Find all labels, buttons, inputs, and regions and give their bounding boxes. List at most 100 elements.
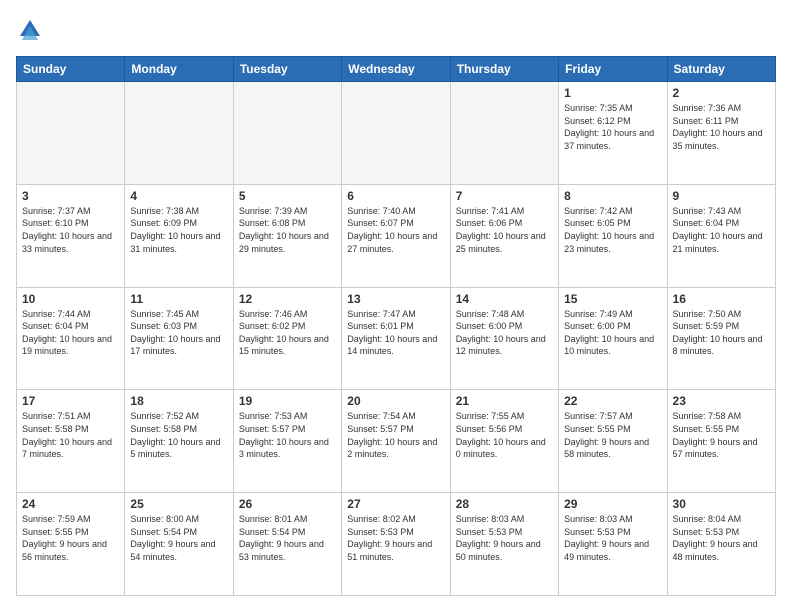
calendar-cell: 20 Sunrise: 7:54 AMSunset: 5:57 PMDayligh… — [342, 390, 450, 493]
calendar-cell: 16Sunrise: 7:50 AMSunset: 5:59 PMDayligh… — [667, 287, 775, 390]
calendar-week-2: 3Sunrise: 7:37 AMSunset: 6:10 PMDaylight… — [17, 184, 776, 287]
calendar-cell: 4Sunrise: 7:38 AMSunset: 6:09 PMDaylight… — [125, 184, 233, 287]
calendar-cell: 30 Sunrise: 8:04 AMSunset: 5:53 PMDayligh… — [667, 493, 775, 596]
column-header-friday: Friday — [559, 57, 667, 82]
day-number: 28 — [456, 497, 553, 511]
calendar-cell: 2 Sunrise: 7:36 AMSunset: 6:11 PMDaylight… — [667, 82, 775, 185]
day-info: Sunrise: 7:39 AMSunset: 6:08 PMDaylight:… — [239, 205, 336, 255]
calendar-cell — [450, 82, 558, 185]
day-number: 20 — [347, 394, 444, 408]
day-info: Sunrise: 7:45 AMSunset: 6:03 PMDaylight:… — [130, 308, 227, 358]
calendar-cell: 10Sunrise: 7:44 AMSunset: 6:04 PMDayligh… — [17, 287, 125, 390]
column-header-thursday: Thursday — [450, 57, 558, 82]
calendar-week-4: 17 Sunrise: 7:51 AMSunset: 5:58 PMDayligh… — [17, 390, 776, 493]
calendar-cell: 6 Sunrise: 7:40 AMSunset: 6:07 PMDaylight… — [342, 184, 450, 287]
day-number: 30 — [673, 497, 770, 511]
day-info: Sunrise: 7:46 AMSunset: 6:02 PMDaylight:… — [239, 308, 336, 358]
calendar-body: 1 Sunrise: 7:35 AMSunset: 6:12 PMDaylight… — [17, 82, 776, 596]
calendar-cell — [17, 82, 125, 185]
calendar-cell: 28 Sunrise: 8:03 AMSunset: 5:53 PMDayligh… — [450, 493, 558, 596]
day-info: Sunrise: 8:04 AMSunset: 5:53 PMDaylight:… — [673, 513, 770, 563]
day-info: Sunrise: 7:48 AMSunset: 6:00 PMDaylight:… — [456, 308, 553, 358]
column-header-sunday: Sunday — [17, 57, 125, 82]
calendar-cell: 27Sunrise: 8:02 AMSunset: 5:53 PMDayligh… — [342, 493, 450, 596]
day-number: 24 — [22, 497, 119, 511]
calendar-cell: 25 Sunrise: 8:00 AMSunset: 5:54 PMDayligh… — [125, 493, 233, 596]
day-number: 16 — [673, 292, 770, 306]
day-number: 15 — [564, 292, 661, 306]
calendar-cell: 15 Sunrise: 7:49 AMSunset: 6:00 PMDayligh… — [559, 287, 667, 390]
day-number: 1 — [564, 86, 661, 100]
calendar-cell: 3Sunrise: 7:37 AMSunset: 6:10 PMDaylight… — [17, 184, 125, 287]
day-info: Sunrise: 7:36 AMSunset: 6:11 PMDaylight:… — [673, 102, 770, 152]
calendar-cell: 7 Sunrise: 7:41 AMSunset: 6:06 PMDaylight… — [450, 184, 558, 287]
day-info: Sunrise: 8:03 AMSunset: 5:53 PMDaylight:… — [456, 513, 553, 563]
day-info: Sunrise: 7:41 AMSunset: 6:06 PMDaylight:… — [456, 205, 553, 255]
day-number: 5 — [239, 189, 336, 203]
day-info: Sunrise: 7:38 AMSunset: 6:09 PMDaylight:… — [130, 205, 227, 255]
day-info: Sunrise: 7:43 AMSunset: 6:04 PMDaylight:… — [673, 205, 770, 255]
day-number: 6 — [347, 189, 444, 203]
calendar-cell: 18 Sunrise: 7:52 AMSunset: 5:58 PMDayligh… — [125, 390, 233, 493]
calendar-week-1: 1 Sunrise: 7:35 AMSunset: 6:12 PMDaylight… — [17, 82, 776, 185]
calendar-cell — [233, 82, 341, 185]
day-info: Sunrise: 7:53 AMSunset: 5:57 PMDaylight:… — [239, 410, 336, 460]
day-number: 23 — [673, 394, 770, 408]
column-header-monday: Monday — [125, 57, 233, 82]
column-header-wednesday: Wednesday — [342, 57, 450, 82]
day-number: 25 — [130, 497, 227, 511]
day-info: Sunrise: 7:40 AMSunset: 6:07 PMDaylight:… — [347, 205, 444, 255]
calendar-cell: 23 Sunrise: 7:58 AMSunset: 5:55 PMDayligh… — [667, 390, 775, 493]
page: SundayMondayTuesdayWednesdayThursdayFrid… — [0, 0, 792, 612]
day-number: 9 — [673, 189, 770, 203]
calendar-header-row: SundayMondayTuesdayWednesdayThursdayFrid… — [17, 57, 776, 82]
day-info: Sunrise: 7:49 AMSunset: 6:00 PMDaylight:… — [564, 308, 661, 358]
day-number: 21 — [456, 394, 553, 408]
day-info: Sunrise: 7:54 AMSunset: 5:57 PMDaylight:… — [347, 410, 444, 460]
day-number: 29 — [564, 497, 661, 511]
calendar-cell: 24 Sunrise: 7:59 AMSunset: 5:55 PMDayligh… — [17, 493, 125, 596]
day-number: 19 — [239, 394, 336, 408]
day-info: Sunrise: 7:42 AMSunset: 6:05 PMDaylight:… — [564, 205, 661, 255]
day-info: Sunrise: 7:59 AMSunset: 5:55 PMDaylight:… — [22, 513, 119, 563]
day-info: Sunrise: 8:00 AMSunset: 5:54 PMDaylight:… — [130, 513, 227, 563]
day-number: 13 — [347, 292, 444, 306]
logo — [16, 16, 48, 44]
calendar-cell: 14 Sunrise: 7:48 AMSunset: 6:00 PMDayligh… — [450, 287, 558, 390]
day-info: Sunrise: 7:35 AMSunset: 6:12 PMDaylight:… — [564, 102, 661, 152]
day-number: 26 — [239, 497, 336, 511]
calendar-cell: 9 Sunrise: 7:43 AMSunset: 6:04 PMDaylight… — [667, 184, 775, 287]
day-number: 27 — [347, 497, 444, 511]
day-info: Sunrise: 7:58 AMSunset: 5:55 PMDaylight:… — [673, 410, 770, 460]
calendar-cell: 11 Sunrise: 7:45 AMSunset: 6:03 PMDayligh… — [125, 287, 233, 390]
day-info: Sunrise: 7:47 AMSunset: 6:01 PMDaylight:… — [347, 308, 444, 358]
day-number: 17 — [22, 394, 119, 408]
logo-icon — [16, 16, 44, 44]
calendar-table: SundayMondayTuesdayWednesdayThursdayFrid… — [16, 56, 776, 596]
calendar-cell: 29 Sunrise: 8:03 AMSunset: 5:53 PMDayligh… — [559, 493, 667, 596]
day-number: 11 — [130, 292, 227, 306]
day-info: Sunrise: 8:03 AMSunset: 5:53 PMDaylight:… — [564, 513, 661, 563]
day-number: 18 — [130, 394, 227, 408]
calendar-cell: 1 Sunrise: 7:35 AMSunset: 6:12 PMDaylight… — [559, 82, 667, 185]
calendar-cell: 17 Sunrise: 7:51 AMSunset: 5:58 PMDayligh… — [17, 390, 125, 493]
day-info: Sunrise: 8:01 AMSunset: 5:54 PMDaylight:… — [239, 513, 336, 563]
calendar-week-5: 24 Sunrise: 7:59 AMSunset: 5:55 PMDayligh… — [17, 493, 776, 596]
day-number: 7 — [456, 189, 553, 203]
column-header-saturday: Saturday — [667, 57, 775, 82]
day-number: 12 — [239, 292, 336, 306]
calendar-cell: 12 Sunrise: 7:46 AMSunset: 6:02 PMDayligh… — [233, 287, 341, 390]
calendar-cell: 8Sunrise: 7:42 AMSunset: 6:05 PMDaylight… — [559, 184, 667, 287]
calendar-cell: 22Sunrise: 7:57 AMSunset: 5:55 PMDayligh… — [559, 390, 667, 493]
day-number: 22 — [564, 394, 661, 408]
day-info: Sunrise: 7:52 AMSunset: 5:58 PMDaylight:… — [130, 410, 227, 460]
day-number: 10 — [22, 292, 119, 306]
day-info: Sunrise: 7:51 AMSunset: 5:58 PMDaylight:… — [22, 410, 119, 460]
calendar-cell — [342, 82, 450, 185]
day-number: 14 — [456, 292, 553, 306]
day-number: 2 — [673, 86, 770, 100]
header — [16, 16, 776, 44]
day-info: Sunrise: 7:37 AMSunset: 6:10 PMDaylight:… — [22, 205, 119, 255]
calendar-cell: 13 Sunrise: 7:47 AMSunset: 6:01 PMDayligh… — [342, 287, 450, 390]
day-info: Sunrise: 7:55 AMSunset: 5:56 PMDaylight:… — [456, 410, 553, 460]
